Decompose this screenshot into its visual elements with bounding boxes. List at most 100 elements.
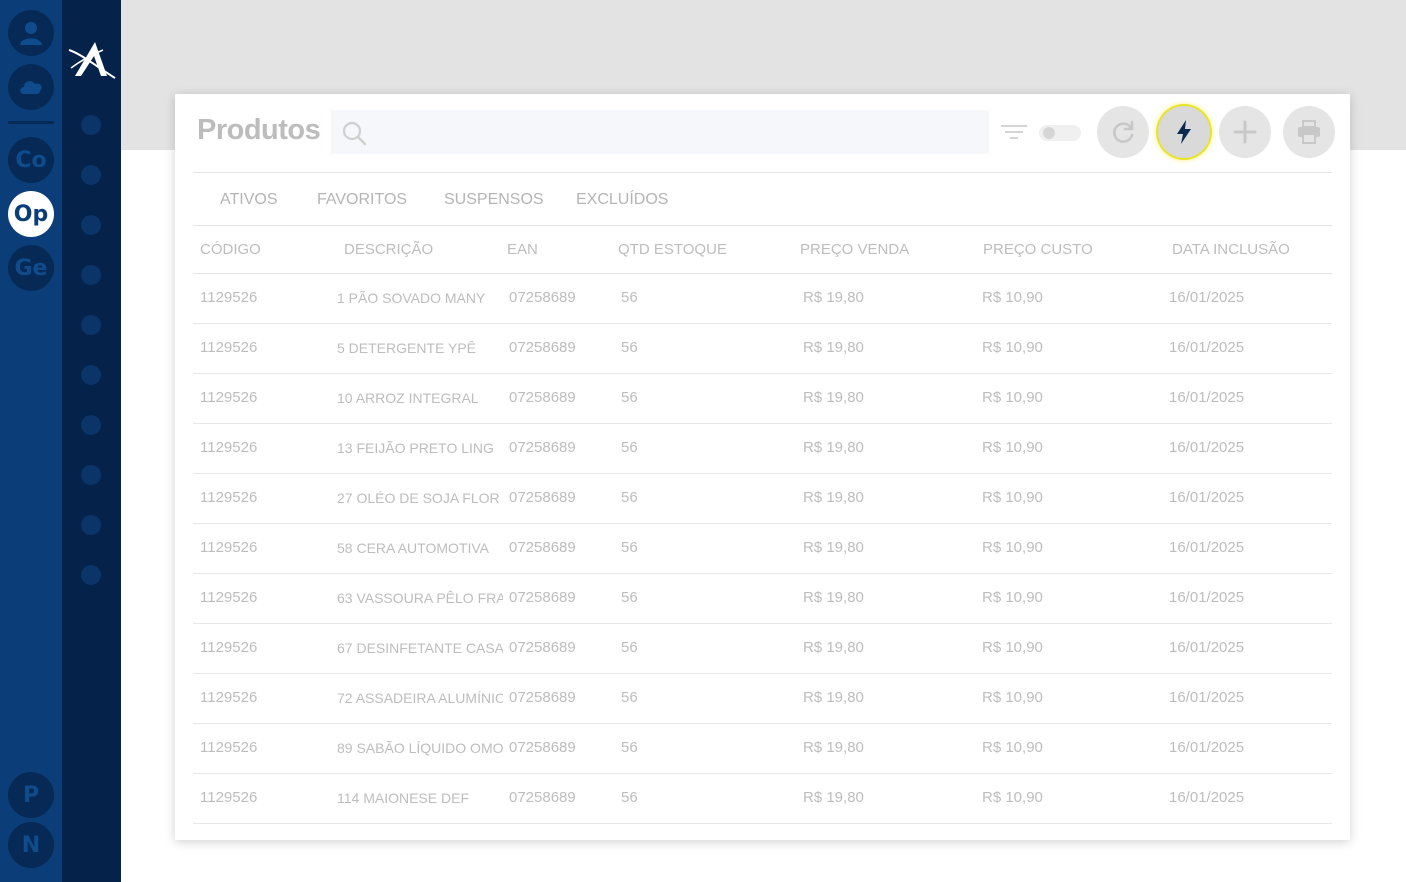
nav-dot[interactable]: [81, 215, 101, 235]
column-header-ean[interactable]: EAN: [507, 241, 538, 258]
cell-qtd-estoque: 56: [621, 439, 638, 456]
cell-preco-custo: R$ 10,90: [982, 739, 1043, 756]
cell-preco-venda: R$ 19,80: [803, 689, 864, 706]
cell-ean: 07258689: [509, 289, 576, 306]
nav-dot[interactable]: [81, 165, 101, 185]
cell-data-inclusao: 16/01/2025: [1169, 739, 1245, 756]
toggle-switch[interactable]: [1039, 125, 1081, 141]
cell-descricao: 13 FEIJÃO PRETO LING: [337, 440, 494, 456]
table-row[interactable]: 1129526 89 SABÃO LÍQUIDO OMO 07258689 56 R$ …: [193, 724, 1332, 774]
cell-preco-custo: R$ 10,90: [982, 539, 1043, 556]
cell-data-inclusao: 16/01/2025: [1169, 489, 1245, 506]
cloud-icon: [20, 81, 42, 94]
column-header-descricao[interactable]: DESCRIÇÃO: [344, 241, 433, 258]
search-box[interactable]: [331, 110, 989, 154]
tab-ativos[interactable]: ATIVOS: [220, 191, 278, 209]
cell-preco-custo: R$ 10,90: [982, 339, 1043, 356]
nav-dot[interactable]: [81, 465, 101, 485]
cell-data-inclusao: 16/01/2025: [1169, 639, 1245, 656]
table-row[interactable]: 1129526 58 CERA AUTOMOTIVA 07258689 56 R$ 19…: [193, 524, 1332, 574]
table-row[interactable]: 1129526 67 DESINFETANTE CASA B 07258689 56 R…: [193, 624, 1332, 674]
lightning-button[interactable]: [1158, 106, 1210, 158]
table-row[interactable]: 1129526 5 DETERGENTE YPÊ 07258689 56 R$ 19,8…: [193, 324, 1332, 374]
cell-preco-venda: R$ 19,80: [803, 389, 864, 406]
cell-codigo: 1129526: [200, 489, 258, 506]
cell-descricao: 63 VASSOURA PÊLO FRAN: [337, 590, 503, 606]
profile-button[interactable]: [8, 10, 54, 56]
cell-preco-venda: R$ 19,80: [803, 439, 864, 456]
table-row[interactable]: 1129526 10 ARROZ INTEGRAL 07258689 56 R$ 19,…: [193, 374, 1332, 424]
cell-preco-venda: R$ 19,80: [803, 289, 864, 306]
cell-preco-custo: R$ 10,90: [982, 639, 1043, 656]
add-button[interactable]: [1219, 106, 1271, 158]
cell-codigo: 1129526: [200, 389, 258, 406]
cell-ean: 07258689: [509, 389, 576, 406]
column-header-preco-custo[interactable]: PREÇO CUSTO: [983, 241, 1093, 258]
products-card: Produtos ATIVOS FAVORITOS SUSPENSOS EXCL…: [175, 94, 1350, 840]
filter-icon[interactable]: [1001, 124, 1027, 140]
cell-preco-venda: R$ 19,80: [803, 639, 864, 656]
cell-preco-custo: R$ 10,90: [982, 689, 1043, 706]
row-divider: [193, 823, 1332, 824]
refresh-icon: [1113, 120, 1134, 143]
tab-favoritos[interactable]: FAVORITOS: [317, 191, 407, 209]
column-header-codigo[interactable]: CÓDIGO: [200, 241, 261, 258]
table-row[interactable]: 1129526 114 MAIONESE DEF 07258689 56 R$ 19,8…: [193, 774, 1332, 824]
cell-preco-custo: R$ 10,90: [982, 389, 1043, 406]
rail-item-p[interactable]: P: [8, 772, 54, 818]
tab-suspensos[interactable]: SUSPENSOS: [444, 191, 544, 209]
cell-descricao: 114 MAIONESE DEF: [337, 790, 470, 806]
cell-data-inclusao: 16/01/2025: [1169, 289, 1245, 306]
nav-dot[interactable]: [81, 365, 101, 385]
cell-data-inclusao: 16/01/2025: [1169, 589, 1245, 606]
cell-data-inclusao: 16/01/2025: [1169, 339, 1245, 356]
table-row[interactable]: 1129526 1 PÃO SOVADO MANY 07258689 56 R$ 19,…: [193, 274, 1332, 324]
table-row[interactable]: 1129526 27 OLÉO DE SOJA FLOR 07258689 56 R$ …: [193, 474, 1332, 524]
nav-dot[interactable]: [81, 415, 101, 435]
column-header-data-inclusao[interactable]: DATA INCLUSÃO: [1172, 241, 1290, 258]
cell-descricao: 89 SABÃO LÍQUIDO OMO: [337, 740, 503, 756]
nav-dot[interactable]: [81, 515, 101, 535]
rail-item-co[interactable]: Co: [8, 137, 54, 183]
cell-codigo: 1129526: [200, 289, 258, 306]
cell-preco-venda: R$ 19,80: [803, 339, 864, 356]
cell-preco-custo: R$ 10,90: [982, 289, 1043, 306]
search-icon: [342, 121, 367, 146]
tab-excluidos[interactable]: EXCLUÍDOS: [576, 191, 668, 209]
nav-dot[interactable]: [81, 265, 101, 285]
nav-dot[interactable]: [81, 115, 101, 135]
rail-item-ge[interactable]: Ge: [8, 245, 54, 291]
cell-qtd-estoque: 56: [621, 539, 638, 556]
cell-qtd-estoque: 56: [621, 789, 638, 806]
page-title: Produtos: [197, 114, 321, 146]
lightning-icon: [1177, 120, 1191, 144]
table-row[interactable]: 1129526 72 ASSADEIRA ALUMÍNIO 07258689 56 R$…: [193, 674, 1332, 724]
print-button[interactable]: [1283, 106, 1335, 158]
toggle-knob: [1043, 127, 1055, 139]
cell-ean: 07258689: [509, 689, 576, 706]
cell-data-inclusao: 16/01/2025: [1169, 789, 1245, 806]
nav-dot[interactable]: [81, 315, 101, 335]
cell-qtd-estoque: 56: [621, 689, 638, 706]
search-input[interactable]: [375, 110, 975, 154]
cell-preco-venda: R$ 19,80: [803, 489, 864, 506]
cell-preco-custo: R$ 10,90: [982, 439, 1043, 456]
cell-preco-venda: R$ 19,80: [803, 539, 864, 556]
app-rail: Co Op Ge P N: [0, 0, 62, 882]
cell-preco-venda: R$ 19,80: [803, 589, 864, 606]
plus-icon: [1233, 120, 1257, 144]
column-header-qtd-estoque[interactable]: QTD ESTOQUE: [618, 241, 727, 258]
cell-qtd-estoque: 56: [621, 289, 638, 306]
rail-item-n[interactable]: N: [8, 822, 54, 868]
cell-qtd-estoque: 56: [621, 389, 638, 406]
column-header-preco-venda[interactable]: PREÇO VENDA: [800, 241, 909, 258]
refresh-button[interactable]: [1097, 106, 1149, 158]
cell-qtd-estoque: 56: [621, 339, 638, 356]
nav-dot[interactable]: [81, 565, 101, 585]
cloud-button[interactable]: [8, 64, 54, 110]
table-row[interactable]: 1129526 13 FEIJÃO PRETO LING 07258689 56 R$ …: [193, 424, 1332, 474]
user-icon: [20, 22, 42, 45]
rail-item-op[interactable]: Op: [8, 191, 54, 237]
cell-codigo: 1129526: [200, 439, 258, 456]
table-row[interactable]: 1129526 63 VASSOURA PÊLO FRAN 07258689 56 R$…: [193, 574, 1332, 624]
